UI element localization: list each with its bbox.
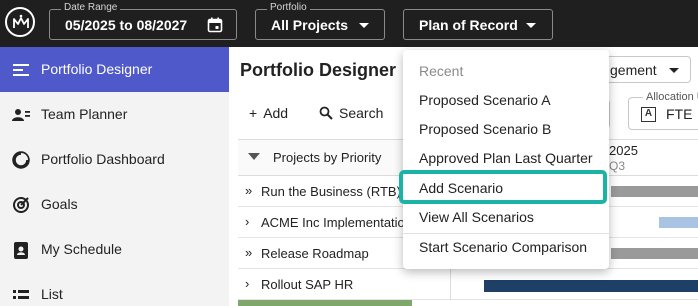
chevron-down-icon xyxy=(359,23,369,28)
people-icon xyxy=(12,109,30,121)
letter-a-icon: A xyxy=(641,107,656,122)
menu-item-label: View All Scenarios xyxy=(419,209,534,225)
list-header-label: Projects by Priority xyxy=(273,150,382,165)
expand-all-icon[interactable]: » xyxy=(245,184,252,198)
list-icon xyxy=(13,290,29,299)
date-range-label: Date Range xyxy=(61,2,121,14)
date-range-value: 05/2025 to 08/2027 xyxy=(65,17,188,33)
table-row[interactable]: › Rollout SAP HR xyxy=(238,269,450,300)
sidebar-item-label: Goals xyxy=(41,196,78,212)
menu-item-add-scenario[interactable]: Add Scenario xyxy=(399,170,609,204)
search-icon xyxy=(319,106,333,120)
date-range-field[interactable]: Date Range 05/2025 to 08/2027 xyxy=(49,2,237,40)
sidebar-item-label: My Schedule xyxy=(41,241,122,257)
calendar-icon[interactable] xyxy=(207,17,223,33)
pie-chart-icon xyxy=(12,151,30,169)
chevron-right-icon[interactable]: › xyxy=(245,277,249,291)
top-bar: Date Range 05/2025 to 08/2027 Portfolio … xyxy=(0,0,698,47)
chevron-down-icon xyxy=(669,68,679,73)
chevron-right-icon[interactable]: › xyxy=(245,215,249,229)
search-button-label: Search xyxy=(339,105,384,121)
timeline-row xyxy=(450,269,698,300)
sidebar-item-label: Team Planner xyxy=(41,106,128,122)
search-button[interactable]: Search xyxy=(319,104,383,124)
menu-item-proposed-scenario-b[interactable]: Proposed Scenario B xyxy=(403,114,609,143)
sidebar-item-portfolio-designer[interactable]: Portfolio Designer xyxy=(0,47,229,92)
collapse-triangle-icon[interactable] xyxy=(248,153,260,160)
gantt-bar[interactable] xyxy=(611,186,698,197)
sidebar-item-team-planner[interactable]: Team Planner xyxy=(0,92,229,137)
add-button-label: Add xyxy=(263,105,289,121)
contact-badge-icon xyxy=(14,242,28,259)
menu-header-label: Recent xyxy=(419,63,464,79)
sidebar-item-my-schedule[interactable]: My Schedule xyxy=(0,227,229,272)
menu-item-label: Add Scenario xyxy=(419,180,504,196)
menu-item-start-scenario-comparison[interactable]: Start Scenario Comparison xyxy=(403,232,609,261)
plan-select[interactable]: Plan of Record xyxy=(403,9,553,40)
sidebar-item-label: Portfolio Dashboard xyxy=(41,151,165,167)
sidebar-item-list[interactable]: List xyxy=(0,272,229,306)
timeline-year: 2025 xyxy=(609,143,638,158)
allocation-unit-select[interactable]: Allocation U A FTE xyxy=(628,91,698,130)
sliders-icon xyxy=(13,64,29,76)
plan-value: Plan of Record xyxy=(419,17,518,33)
chevron-down-icon xyxy=(526,23,536,28)
menu-item-approved-plan-last-quarter[interactable]: Approved Plan Last Quarter xyxy=(403,143,609,172)
plus-icon: + xyxy=(249,105,258,121)
sidebar: Portfolio Designer Team Planner Portfoli… xyxy=(0,47,229,306)
project-name: Rollout SAP HR xyxy=(261,277,354,292)
menu-item-label: Start Scenario Comparison xyxy=(419,239,588,255)
gantt-bar[interactable] xyxy=(659,217,698,228)
page-title: Portfolio Designer xyxy=(240,60,397,80)
gantt-bar[interactable] xyxy=(484,280,698,292)
menu-item-view-all-scenarios[interactable]: View All Scenarios xyxy=(403,202,609,231)
expand-all-icon[interactable]: » xyxy=(245,246,252,260)
mountain-logo-icon[interactable] xyxy=(5,7,35,37)
menu-item-label: Proposed Scenario A xyxy=(419,92,551,108)
portfolio-select[interactable]: Portfolio All Projects xyxy=(255,2,385,40)
menu-item-label: Approved Plan Last Quarter xyxy=(419,150,593,166)
selected-row-indicator xyxy=(238,300,412,306)
timeline-quarter: Q3 xyxy=(609,159,626,173)
sidebar-item-label: List xyxy=(41,286,63,302)
allocation-label: Allocation U xyxy=(643,91,698,103)
menu-item-proposed-scenario-a[interactable]: Proposed Scenario A xyxy=(403,85,609,114)
view-select-value: gement xyxy=(610,62,657,78)
sidebar-item-goals[interactable]: Goals xyxy=(0,182,229,227)
sidebar-item-label: Portfolio Designer xyxy=(41,61,153,77)
plan-dropdown-menu: Recent Proposed Scenario A Proposed Scen… xyxy=(399,50,609,269)
menu-section-header: Recent xyxy=(403,56,609,85)
add-button[interactable]: + Add xyxy=(249,104,288,124)
target-icon xyxy=(13,197,29,213)
allocation-value: FTE xyxy=(666,106,693,122)
menu-item-label: Proposed Scenario B xyxy=(419,121,552,137)
view-select[interactable]: gement xyxy=(596,56,691,83)
gantt-bar[interactable] xyxy=(611,248,698,259)
portfolio-value: All Projects xyxy=(271,17,349,33)
sidebar-item-portfolio-dashboard[interactable]: Portfolio Dashboard xyxy=(0,137,229,182)
portfolio-label: Portfolio xyxy=(267,2,310,14)
